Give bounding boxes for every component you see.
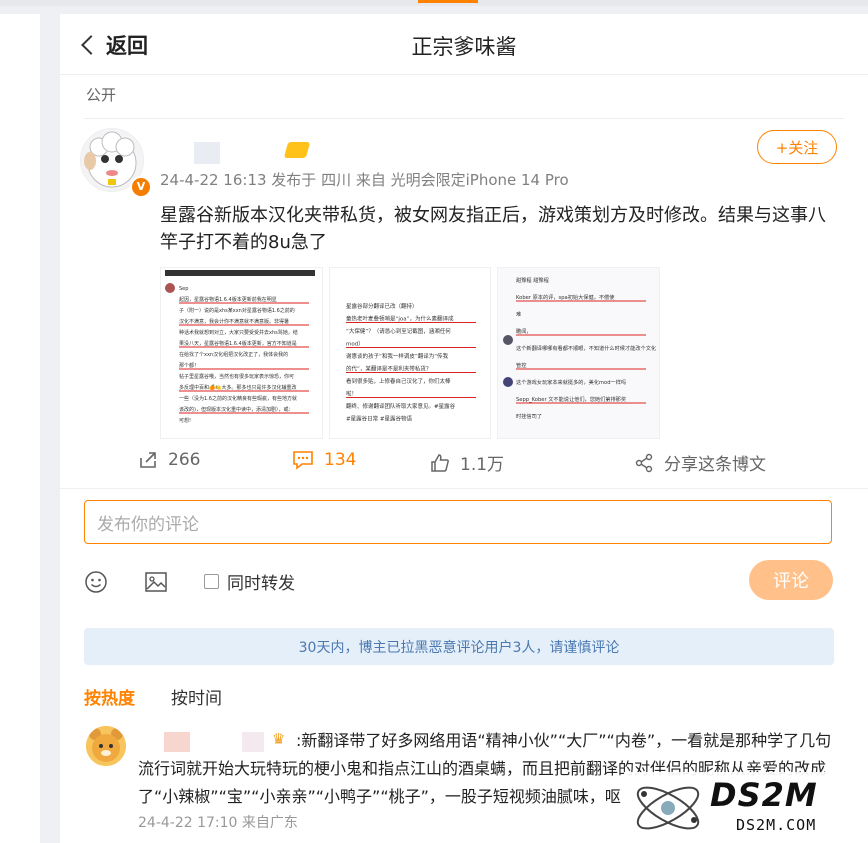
comment-count: 134 xyxy=(324,450,357,470)
notice-banner: 30天内，博主已拉黑恶意评论用户3人，请谨慎评论 xyxy=(84,628,834,665)
screenshot-text-line: 时挂信司了 xyxy=(516,412,542,420)
repost-checkbox[interactable]: 同时转发 xyxy=(204,569,295,594)
screenshot-image: 星露谷部分翻译已改（翻持） 童热老叶麦叠顿哨是“joa”，为什么素翻译成 “大保健”… xyxy=(329,268,491,438)
post-card: 返回 正宗爹味酱 公开 V 24-4-22 16:13 发布于 四川 来自 光明… xyxy=(60,14,868,843)
screenshot-text-line: Kober 原本的评，spa初始大保健，不偿使 xyxy=(516,293,615,301)
screenshot-text-line: 甜豫程 甜豫程 xyxy=(516,276,549,284)
medal-icon xyxy=(283,142,311,158)
screenshot-text-line: 瞻闻， xyxy=(516,327,532,335)
left-pane xyxy=(0,14,40,843)
top-strip xyxy=(0,0,868,6)
watermark-text: DS2M xyxy=(710,776,818,814)
watermark-url: DS2M.COM xyxy=(736,816,817,834)
comment-avatar[interactable] xyxy=(86,726,126,766)
page-title: 正宗爹味酱 xyxy=(411,35,517,59)
screenshot-text-line: 帖子里星露谷哦，当然也有很多玩家表示惊恐，你可 xyxy=(179,373,294,380)
crown-icon: ♛ xyxy=(272,730,286,748)
screenshot-text-line: 翻终、修谢翻译团队听取大家意见。#星露谷 xyxy=(346,402,456,410)
screenshot-text-line: Sepp_Kober 文不能说让他们，您她们第排那奖 xyxy=(516,395,626,403)
username-redacted[interactable] xyxy=(160,142,250,164)
checkbox-icon xyxy=(204,574,219,589)
screenshot-text-line: 那个都！ xyxy=(179,362,199,369)
share-post-button[interactable]: 分享这条博文 xyxy=(634,450,766,475)
screenshot-text-line: 该改的)，但现版本汉化重中读中，添清加剧），或： xyxy=(179,406,293,413)
screenshot-text-line: 啦！ xyxy=(346,390,357,398)
screenshot-text-line: 的代”，某翻译是不是利夹带私货？ xyxy=(346,365,431,373)
thumbs-up-icon xyxy=(431,453,449,472)
composer-tools xyxy=(84,566,834,598)
screenshot-text-line: mod） xyxy=(346,341,364,348)
sort-tabs: 按热度 按时间 xyxy=(84,684,222,709)
post-image-3[interactable]: 甜豫程 甜豫程 Kober 原本的评，spa初始大保健，不偿使难瞻闻， 这个新翻译哪… xyxy=(497,267,661,439)
screenshot-text-line: 看到很多贴，上修春自己汉化了，你们太棒 xyxy=(346,377,451,385)
post-text: 星露谷新版本汉化夹带私货，被女网友指正后，游戏策划方及时修改。结果与这事八竿子打… xyxy=(160,205,826,253)
screenshot-text-line: 汉化不满意，我会计你不满意就不满意版。非得暑 xyxy=(179,318,289,325)
tab-time[interactable]: 按时间 xyxy=(171,684,222,709)
submit-comment-button[interactable]: 评论 xyxy=(749,560,833,600)
post-meta: 24-4-22 16:13 发布于 四川 来自 光明会限定iPhone 14 P… xyxy=(160,171,569,189)
share-arrow-icon xyxy=(140,452,156,468)
bear-avatar-icon xyxy=(86,726,126,766)
post-image-2[interactable]: 星露谷部分翻译已改（翻持） 童热老叶麦叠顿哨是“joa”，为什么素翻译成 “大保健”… xyxy=(328,267,492,439)
atom-logo-icon xyxy=(636,786,700,830)
nav-bar: 返回 正宗爹味酱 xyxy=(60,14,868,75)
follow-button[interactable]: +关注 xyxy=(757,130,837,164)
repost-count: 266 xyxy=(168,450,201,470)
screenshot-text-line: 多反理中百和🍊🍋大多。那多也只是许多汉化辅重改 xyxy=(179,384,296,391)
screenshot-text-line: 一些（没为1.6之前的汉化精良有些瑕疵，有些地方就 xyxy=(179,395,297,402)
screenshot-text-line: Sep xyxy=(179,286,188,292)
share-post-label: 分享这条博文 xyxy=(664,455,766,475)
image-icon[interactable] xyxy=(144,570,168,594)
screenshot-text-line: 果没八天，星露谷物语1.6.4版本更新，官方不知道是 xyxy=(179,340,297,347)
comment-icon xyxy=(293,451,313,470)
visibility-label: 公开 xyxy=(86,86,117,104)
active-indicator xyxy=(418,0,478,3)
repost-button[interactable]: 266 xyxy=(138,450,200,470)
screenshot-text-line: 谢惠谈的孩子“和我一样调皮”翻译为“传我 xyxy=(346,352,449,360)
screenshot-text-line: 这个游戏女玩家本来就挺多的，美化mod一样吗 xyxy=(516,378,626,386)
screenshot-text-line: 难 xyxy=(516,310,521,318)
emoji-icon[interactable] xyxy=(84,570,108,594)
like-button[interactable]: 1.1万 xyxy=(430,450,504,475)
screenshot-text-line: 管控 xyxy=(516,361,526,369)
screenshot-text-line: 星露谷部分翻译已改（翻持） xyxy=(346,302,418,310)
screenshot-text-line: 童热老叶麦叠顿哨是“joa”，为什么素翻译成 xyxy=(346,315,454,323)
image-grid: Sep 起因，星露谷物语1.6.4版本更新前我在明显子（附一）说的是xhs某xxn… xyxy=(160,267,661,439)
screenshot-text-line: 起因，星露谷物语1.6.4版本更新前我在明显 xyxy=(179,296,277,303)
tab-hot[interactable]: 按热度 xyxy=(84,684,135,709)
comment-meta: 24-4-22 17:10 来自广东 xyxy=(138,815,298,831)
like-count: 1.1万 xyxy=(460,455,505,475)
post-image-1[interactable]: Sep 起因，星露谷物语1.6.4版本更新前我在明显子（附一）说的是xhs某xxn… xyxy=(160,267,323,439)
divider xyxy=(60,488,868,489)
screenshot-image: Sep 起因，星露谷物语1.6.4版本更新前我在明显子（附一）说的是xhs某xxn… xyxy=(161,268,322,438)
action-bar: 266 134 1.1万 分享这条博文 xyxy=(60,444,868,484)
screenshot-text-line: #星露谷日常 #星露谷物语 xyxy=(346,415,412,423)
comment-button[interactable]: 134 xyxy=(292,450,356,470)
comment-input[interactable]: 发布你的评论 xyxy=(84,500,832,544)
share-icon xyxy=(635,453,653,472)
divider xyxy=(84,118,844,119)
screenshot-text-line: 种话术我就想到对立，大家只要受受并去xhs骂她，结 xyxy=(179,329,298,336)
screenshot-image: 甜豫程 甜豫程 Kober 原本的评，spa初始大保健，不偿使难瞻闻， 这个新翻译哪… xyxy=(498,268,660,438)
verified-badge: V xyxy=(130,176,152,198)
screenshot-text-line: 子（附一）说的是xhs某xxn对星露谷物语1.6之前的 xyxy=(179,307,295,314)
screenshot-text-line: 这个新翻译哪哪有看都不顺眼，不知道什么时候才能改个文化 xyxy=(516,344,656,352)
watermark: DS2M DS2M.COM xyxy=(624,772,868,843)
screenshot-text-line: 可想! xyxy=(179,417,191,424)
repost-label: 同时转发 xyxy=(227,574,295,594)
comment-placeholder: 发布你的评论 xyxy=(97,514,199,535)
screenshot-text-line: 在给找了个xxn汉化组把汉化改正了，我体会我的 xyxy=(179,351,288,358)
screenshot-text-line: “大保健”？（请恳心到至记截图，涵湘任何 xyxy=(346,327,451,335)
comment-username-redacted[interactable] xyxy=(136,732,264,752)
